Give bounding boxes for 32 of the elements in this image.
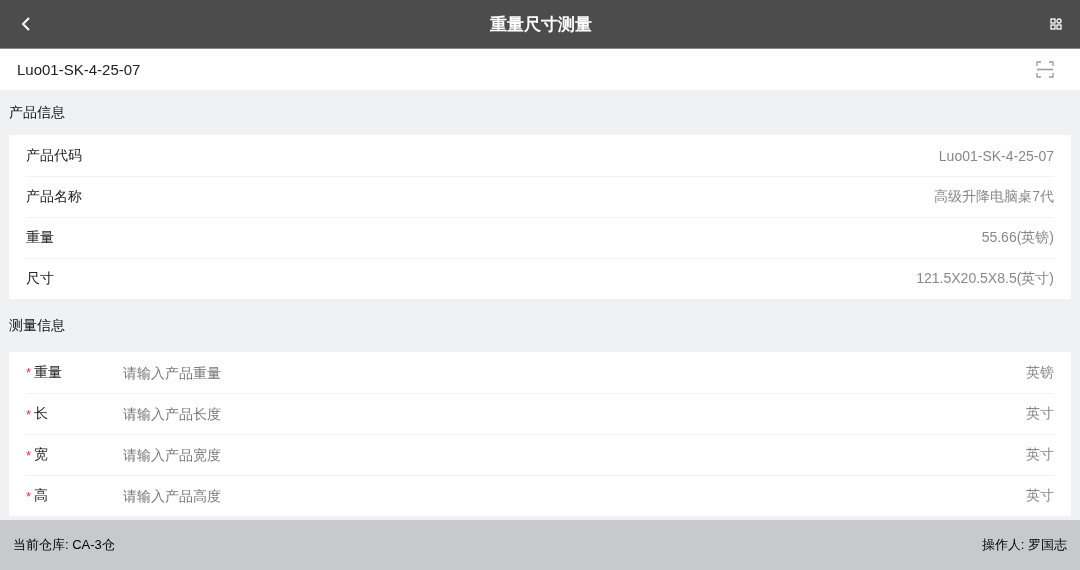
field-label: 高 xyxy=(34,487,49,505)
input-field[interactable]: 请输入产品宽度 xyxy=(121,446,1026,464)
back-icon[interactable] xyxy=(20,16,32,32)
row-label: 重量 xyxy=(26,229,54,247)
page-title: 重量尺寸测量 xyxy=(490,13,592,36)
row-value: Luo01-SK-4-25-07 xyxy=(938,147,1054,164)
required-mark: * xyxy=(26,365,33,380)
input-field[interactable]: 请输入产品重量 xyxy=(121,363,1026,382)
required-mark: * xyxy=(26,406,33,422)
row-label: 尺寸 xyxy=(26,270,54,288)
required-mark: * xyxy=(26,447,33,463)
field-label: 重量 xyxy=(34,363,63,382)
field-label: 宽 xyxy=(34,446,49,464)
grid-icon[interactable] xyxy=(1050,18,1062,30)
warehouse-text: 当前仓库: CA-3仓 xyxy=(13,536,115,554)
operator-text: 操作人: 罗国志 xyxy=(981,536,1067,554)
required-mark: * xyxy=(26,488,33,504)
row-value: 55.66(英镑) xyxy=(981,229,1054,247)
section-title: 产品信息 xyxy=(9,103,65,122)
unit-label: 英寸 xyxy=(1026,446,1054,464)
row-value: 121.5X20.5X8.5(英寸) xyxy=(916,270,1054,288)
unit-label: 英镑 xyxy=(1026,363,1054,382)
row-label: 产品代码 xyxy=(26,146,82,165)
row-value: 高级升降电脑桌7代 xyxy=(934,188,1054,206)
section-title: 测量信息 xyxy=(9,316,65,335)
input-field[interactable]: 请输入产品高度 xyxy=(121,487,1026,505)
input-field[interactable]: 请输入产品长度 xyxy=(121,405,1026,423)
unit-label: 英寸 xyxy=(1026,405,1054,423)
unit-label: 英寸 xyxy=(1026,487,1054,505)
field-label: 长 xyxy=(34,405,49,423)
scan-icon[interactable] xyxy=(1036,61,1054,78)
row-label: 产品名称 xyxy=(26,188,82,206)
